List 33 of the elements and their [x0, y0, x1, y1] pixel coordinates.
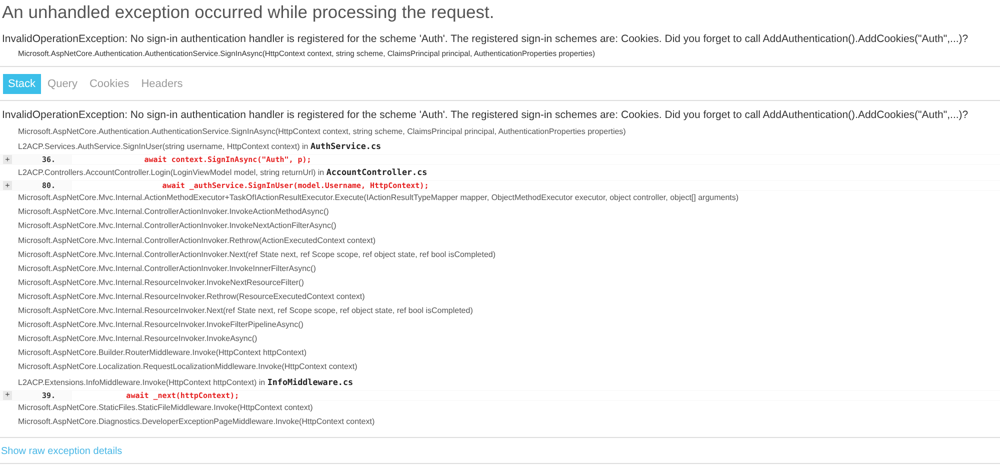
stack-frame: L2ACP.Extensions.InfoMiddleware.Invoke(HttpContext httpContext) in: [18, 378, 266, 386]
stack-frame: Microsoft.AspNetCore.Localization.RequestLocalizationMiddleware.Invoke(HttpContext context): [18, 362, 358, 372]
stack-frame: L2ACP.Services.AuthService.SignInUser(string username, HttpContext context) in: [18, 142, 308, 152]
tab[interactable]: Query: [42, 74, 82, 94]
stack-frame: Microsoft.AspNetCore.Mvc.Internal.ResourceInvoker.InvokeAsync(): [18, 334, 258, 344]
stack-frame: Microsoft.AspNetCore.Mvc.Internal.ControllerActionInvoker.InvokeActionMethodAsync(): [18, 207, 329, 216]
file-name: AuthService.cs: [310, 141, 382, 152]
raw-details-link[interactable]: Show raw exception details: [0, 438, 1000, 463]
stack-frame: Microsoft.AspNetCore.Mvc.Internal.ControllerActionInvoker.InvokeNextActionFilterAsync(): [18, 221, 336, 230]
stack-frame: Microsoft.AspNetCore.Mvc.Internal.ResourceInvoker.Rethrow(ResourceExecutedContext context): [18, 292, 365, 301]
expand-button[interactable]: +: [3, 181, 12, 190]
page-title: An unhandled exception occurred while processing the request.: [2, 2, 496, 23]
stack-frame: Microsoft.AspNetCore.Mvc.Internal.ControllerActionInvoker.InvokeInnerFilterAsync(): [18, 264, 316, 273]
stack-frame: Microsoft.AspNetCore.Mvc.Internal.ControllerActionInvoker.Rethrow(ActionExecutedContext context): [18, 236, 376, 245]
expand-button[interactable]: +: [3, 155, 12, 164]
stack-frame: L2ACP.Controllers.AccountController.Login(LoginViewModel model, string returnUrl) in: [18, 168, 324, 178]
tab[interactable]: Cookies: [84, 74, 134, 94]
stack-frame: Microsoft.AspNetCore.StaticFiles.StaticFileMiddleware.Invoke(HttpContext context): [18, 402, 313, 412]
file-name: AccountController.cs: [326, 167, 428, 178]
stack-frame: Microsoft.AspNetCore.Authentication.AuthenticationService.SignInAsync(HttpContext context, string scheme, ClaimsPrincipal principal, AuthenticationProperties properties): [18, 127, 626, 136]
stack-frame: Microsoft.AspNetCore.Mvc.Internal.ResourceInvoker.InvokeFilterPipelineAsync(): [18, 320, 304, 330]
expand-button[interactable]: +: [3, 390, 12, 400]
stack-frame: Microsoft.AspNetCore.Mvc.Internal.ActionMethodExecutor+TaskOfIActionResultExecutor.Execute(IActionResultTypeMapper mapper, ObjectMethodExecutor executor, object controller, object[] arguments): [18, 193, 739, 202]
stack-frame: Microsoft.AspNetCore.Builder.RouterMiddleware.Invoke(HttpContext httpContext): [18, 348, 307, 358]
stack-frame: Microsoft.AspNetCore.Mvc.Internal.ControllerActionInvoker.Next(ref State next, ref Scope scope, ref object state, ref bool isCompleted): [18, 250, 496, 259]
stack-frame: Microsoft.AspNetCore.Mvc.Internal.ResourceInvoker.InvokeNextResourceFilter(): [18, 278, 304, 287]
stack-frame: Microsoft.AspNetCore.Diagnostics.DeveloperExceptionPageMiddleware.Invoke(HttpContext context): [18, 416, 375, 426]
tab[interactable]: Stack: [3, 74, 41, 94]
stack-frame: Microsoft.AspNetCore.Mvc.Internal.ResourceInvoker.Next(ref State next, ref Scope scope, ref object state, ref bool isCompleted): [18, 306, 473, 316]
error-message: InvalidOperationException: No sign-in authentication handler is registered for the scheme 'Auth'. The registered sign-in schemes are: Cookies. Did you forget to call AddAuthentication().AddCookies("Auth",...)?: [2, 109, 970, 121]
file-name: InfoMiddleware.cs: [267, 376, 354, 386]
tab[interactable]: Headers: [136, 74, 188, 94]
error-message: InvalidOperationException: No sign-in authentication handler is registered for the scheme 'Auth'. The registered sign-in schemes are: Cookies. Did you forget to call AddAuthentication().AddCookies("Auth",...)?: [2, 33, 970, 45]
